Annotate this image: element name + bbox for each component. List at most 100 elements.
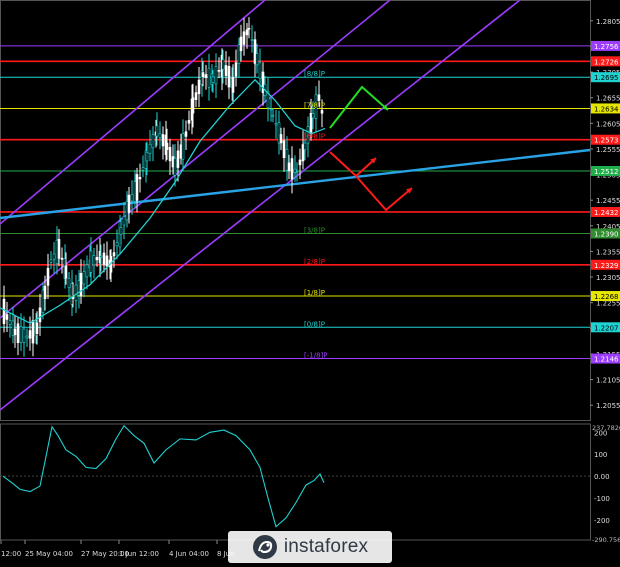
candle-body (207, 67, 211, 88)
indicator-max-label: 237.7826 (592, 424, 620, 432)
candle-body (46, 267, 50, 286)
murrey-label: [0/8]P (304, 320, 325, 328)
candle-body (282, 140, 286, 159)
candle-body (311, 113, 315, 119)
candle-body (269, 108, 273, 111)
price-tick-label: 1.2055 (596, 402, 620, 410)
candle-body (227, 65, 231, 88)
price-tick-label: 1.2105 (596, 377, 620, 385)
price-tick-label: 1.2805 (596, 18, 620, 26)
candle-body (79, 273, 83, 297)
candle-body (119, 227, 123, 235)
candle-body (5, 314, 9, 320)
price-marker-label: 1.2390 (594, 231, 619, 239)
candle-body (320, 109, 324, 114)
price-marker-label: 1.2207 (594, 324, 619, 332)
candle-body (181, 133, 185, 160)
candle-body (317, 94, 321, 101)
candle-body (85, 264, 89, 278)
candle-body (287, 162, 291, 172)
instaforex-logo-icon (252, 535, 277, 559)
candle-body (89, 250, 93, 273)
candle-body (231, 77, 235, 93)
candle-body (165, 142, 169, 151)
candle-body (253, 39, 257, 64)
candle-body (38, 307, 42, 323)
candle-body (138, 177, 142, 180)
price-marker-label: 1.2695 (594, 74, 619, 82)
watermark-text: instaforex (283, 536, 369, 557)
candle-body (187, 119, 191, 124)
candle-body (125, 200, 129, 221)
candle-body (8, 320, 12, 325)
price-chart[interactable]: [8/8]P [7/8]P [6/8]P [3/8]P [2/8]P [1/8]P [0/8… (0, 0, 620, 563)
candle-body (102, 252, 106, 266)
murrey-label: [-1/8]P (304, 352, 327, 360)
price-marker-label: 1.2634 (594, 105, 619, 113)
candle-body (201, 72, 205, 77)
murrey-label: [6/8]P (304, 133, 325, 141)
candle-body (168, 147, 172, 162)
candle-body (242, 31, 246, 45)
candle-body (141, 167, 145, 171)
price-marker-label: 1.2329 (594, 262, 619, 270)
time-label: 25 May 04:00 (25, 550, 73, 558)
candle-body (28, 330, 32, 339)
candle-body (217, 70, 221, 72)
candle-body (31, 320, 35, 344)
candle-body (191, 97, 195, 114)
candle-body (22, 328, 26, 343)
murrey-label: [1/8]P (304, 289, 325, 297)
price-marker-label: 1.2512 (594, 168, 619, 176)
murrey-label: [7/8]P (304, 101, 325, 109)
indicator-tick-label: 0.00 (594, 473, 610, 481)
candle-body (122, 216, 126, 226)
candle-body (133, 181, 137, 202)
candle-body (145, 152, 149, 162)
candle-body (290, 158, 294, 180)
candle-body (127, 194, 131, 213)
candle-body (130, 194, 134, 202)
instaforex-watermark: instaforex (228, 531, 392, 563)
murrey-label: [8/8]P (304, 70, 325, 78)
candle-body (298, 159, 302, 166)
candle-body (64, 265, 68, 279)
murrey-label: [3/8]P (304, 227, 325, 235)
candle-body (115, 242, 119, 247)
price-tick-label: 1.2305 (596, 274, 620, 282)
candle-body (194, 92, 198, 100)
candle-body (52, 253, 56, 260)
candle-body (184, 131, 188, 137)
candle-body (176, 150, 180, 168)
indicator-tick-label: -100 (594, 495, 610, 503)
candle-body (99, 255, 103, 258)
candle-body (43, 285, 47, 300)
trading-terminal: [8/8]P [7/8]P [6/8]P [3/8]P [2/8]P [1/8]P [0/8… (0, 0, 620, 563)
candle-body (13, 328, 17, 336)
candle-body (295, 171, 299, 174)
time-label: 12:00 (1, 550, 21, 558)
candle-body (35, 322, 39, 334)
indicator-tick-label: -200 (594, 517, 610, 525)
candle-body (60, 257, 64, 260)
candle-body (204, 74, 208, 79)
candle-body (247, 27, 251, 30)
price-tick-label: 1.2655 (596, 95, 620, 103)
murrey-label: [2/8]P (304, 258, 325, 266)
candle-body (211, 76, 215, 83)
candle-body (161, 134, 165, 147)
price-marker-label: 1.2573 (594, 137, 619, 145)
candle-body (250, 39, 254, 41)
candle-body (221, 59, 225, 70)
candle-body (303, 142, 307, 150)
candle-body (67, 278, 71, 288)
candle-body (274, 123, 278, 126)
price-tick-label: 1.2455 (596, 197, 620, 205)
indicator-min-label: -290.7564 (592, 536, 620, 544)
candle-body (173, 158, 177, 176)
candle-body (11, 320, 15, 336)
candle-body (2, 298, 6, 324)
price-tick-label: 1.2355 (596, 248, 620, 256)
candle-body (135, 174, 139, 201)
candle-body (19, 326, 23, 343)
